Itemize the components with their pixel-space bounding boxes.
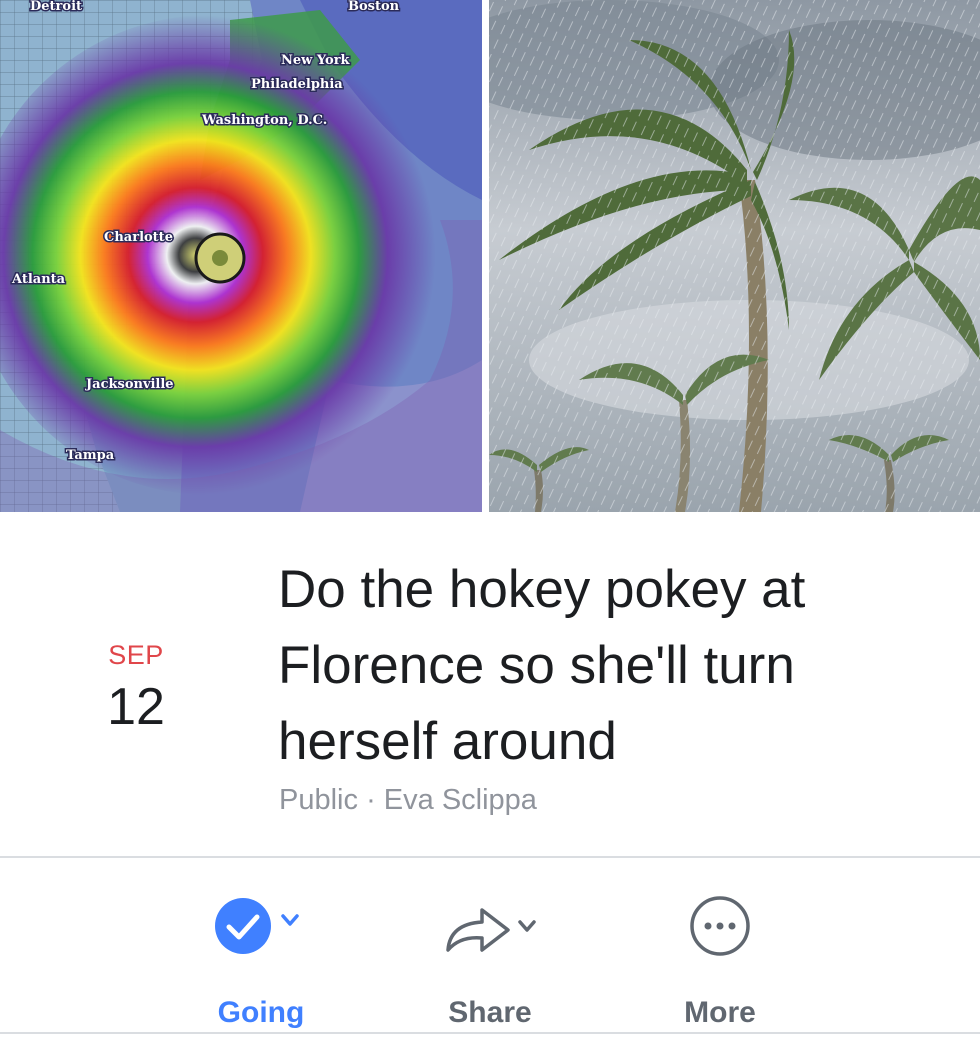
event-title: Do the hokey pokey at Florence so she'll… <box>278 560 806 771</box>
map-label-jacksonville: Jacksonville <box>85 377 174 392</box>
share-label: Share <box>448 996 532 1029</box>
event-action-bar: Going Share More <box>0 858 980 1032</box>
map-label-detroit: Detroit <box>30 0 82 14</box>
map-label-boston: Boston <box>348 0 400 14</box>
more-dots-icon <box>690 896 750 956</box>
map-label-washington: Washington, D.C. <box>201 113 327 128</box>
event-month: SEP <box>108 640 164 670</box>
map-label-philadelphia: Philadelphia <box>251 77 343 92</box>
more-button[interactable]: More <box>650 894 790 1029</box>
meta-separator: · <box>366 784 376 816</box>
chevron-down-icon <box>518 920 536 932</box>
map-label-charlotte: Charlotte <box>104 230 173 245</box>
divider <box>0 1032 980 1034</box>
map-label-tampa: Tampa <box>66 448 115 463</box>
event-cover[interactable]: Detroit Boston New York Philadelphia Was… <box>0 0 980 512</box>
going-button[interactable]: Going <box>191 894 331 1029</box>
event-day: 12 <box>107 678 165 736</box>
event-host[interactable]: Eva Sclippa <box>384 784 537 816</box>
share-arrow-icon <box>446 908 536 952</box>
palm-trees-storm-image <box>489 0 980 512</box>
hurricane-map-image: Detroit Boston New York Philadelphia Was… <box>0 0 482 512</box>
share-button[interactable]: Share <box>420 894 560 1029</box>
map-label-atlanta: Atlanta <box>11 272 66 287</box>
more-label: More <box>684 996 756 1029</box>
check-circle-icon <box>215 898 299 954</box>
event-details: SEP 12 Do the hokey pokey at Florence so… <box>0 512 980 856</box>
map-label-new-york: New York <box>281 53 351 68</box>
going-label: Going <box>217 996 305 1029</box>
event-privacy: Public <box>279 784 358 816</box>
chevron-down-icon <box>281 914 299 926</box>
event-date: SEP 12 <box>86 640 186 733</box>
event-meta: Public · Eva Sclippa <box>279 784 537 817</box>
